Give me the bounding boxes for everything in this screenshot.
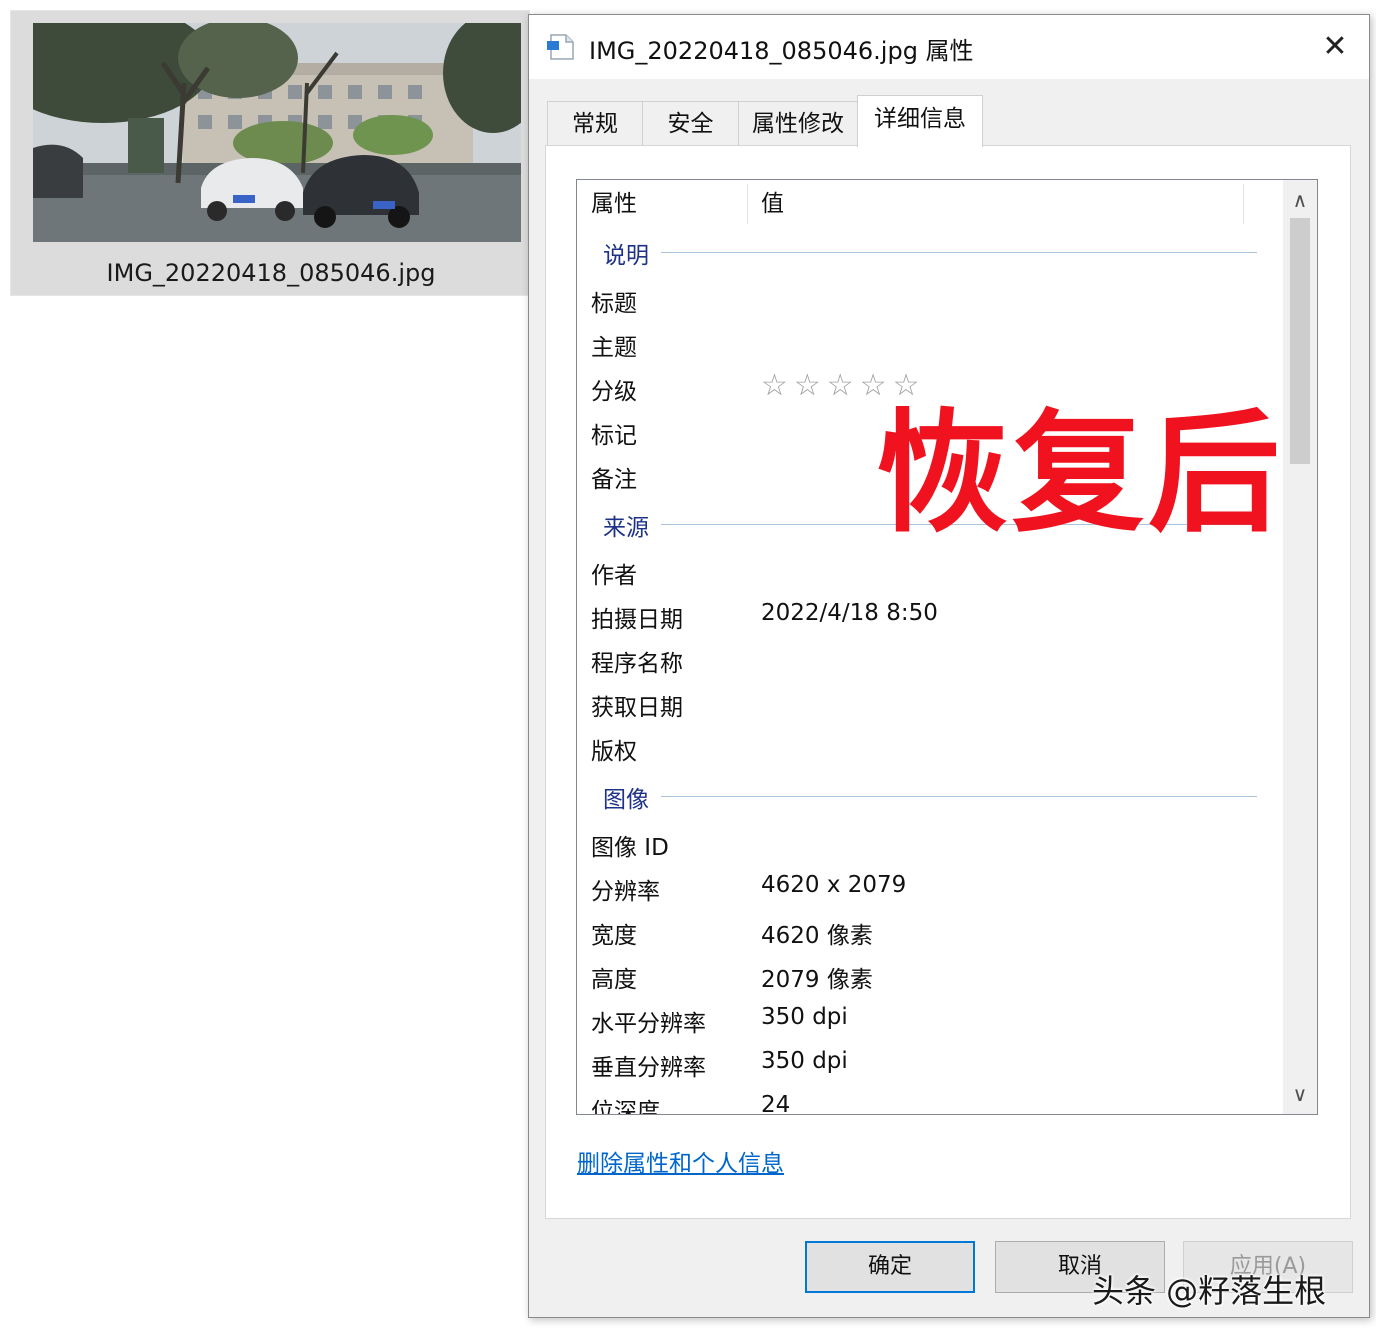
tab-security[interactable]: 安全 xyxy=(642,101,739,145)
property-name: 标题 xyxy=(591,291,637,317)
property-list[interactable]: 属性 值 说明 标题 主题 分级 ☆☆☆☆☆ 标记 备注 来源 作者 拍摄日期 … xyxy=(576,179,1318,1115)
watermark: 头条 @籽落生根 xyxy=(1092,1272,1327,1310)
property-name: 位深度 xyxy=(591,1099,660,1115)
property-name: 宽度 xyxy=(591,923,637,949)
list-item[interactable]: 分辨率 4620 x 2079 xyxy=(577,866,1283,910)
details-panel: 属性 值 说明 标题 主题 分级 ☆☆☆☆☆ 标记 备注 来源 作者 拍摄日期 … xyxy=(545,145,1351,1219)
property-name: 程序名称 xyxy=(591,651,683,677)
list-item[interactable]: 标题 xyxy=(577,278,1283,322)
property-name: 分级 xyxy=(591,379,637,405)
remove-properties-link[interactable]: 删除属性和个人信息 xyxy=(577,1144,784,1178)
vertical-scrollbar[interactable]: ∧ ∨ xyxy=(1283,180,1317,1114)
tab-general[interactable]: 常规 xyxy=(547,101,643,145)
group-description[interactable]: 说明 xyxy=(603,236,649,270)
property-name: 主题 xyxy=(591,335,637,361)
list-item[interactable]: 图像 ID xyxy=(577,822,1283,866)
list-item[interactable]: 拍摄日期 2022/4/18 8:50 xyxy=(577,594,1283,638)
column-header-value[interactable]: 值 xyxy=(761,180,784,228)
list-item[interactable]: 主题 xyxy=(577,322,1283,366)
scroll-thumb[interactable] xyxy=(1290,218,1310,464)
photo-thumbnail xyxy=(33,23,521,242)
tab-details[interactable]: 详细信息 xyxy=(857,95,983,147)
list-item[interactable]: 作者 xyxy=(577,550,1283,594)
list-item[interactable]: 高度 2079 像素 xyxy=(577,954,1283,998)
ok-button[interactable]: 确定 xyxy=(805,1241,975,1293)
scroll-up-icon[interactable]: ∧ xyxy=(1283,182,1317,218)
list-item[interactable]: 水平分辨率 350 dpi xyxy=(577,998,1283,1042)
property-value[interactable]: 350 dpi xyxy=(761,1048,848,1074)
property-name: 拍摄日期 xyxy=(591,607,683,633)
group-origin[interactable]: 来源 xyxy=(603,508,649,542)
tab-property-edit[interactable]: 属性修改 xyxy=(738,101,858,145)
list-item[interactable]: 程序名称 xyxy=(577,638,1283,682)
dialog-title: IMG_20220418_085046.jpg 属性 xyxy=(589,37,974,65)
property-value[interactable]: 350 dpi xyxy=(761,1004,848,1030)
property-value[interactable]: 2022/4/18 8:50 xyxy=(761,600,938,626)
list-header: 属性 值 xyxy=(577,180,1283,228)
list-item[interactable]: 宽度 4620 像素 xyxy=(577,910,1283,954)
group-image[interactable]: 图像 xyxy=(603,780,649,814)
file-name-label[interactable]: IMG_20220418_085046.jpg xyxy=(11,259,531,287)
close-icon[interactable]: ✕ xyxy=(1315,27,1355,67)
column-divider[interactable] xyxy=(747,184,748,224)
property-name: 作者 xyxy=(591,563,637,589)
column-header-property[interactable]: 属性 xyxy=(591,180,637,228)
property-name: 版权 xyxy=(591,739,637,765)
property-value[interactable]: 24 xyxy=(761,1092,790,1114)
property-name: 标记 xyxy=(591,423,637,449)
property-name: 垂直分辨率 xyxy=(591,1055,706,1081)
list-item[interactable]: 位深度 24 xyxy=(577,1086,1283,1115)
overlay-annotation: 恢复后 xyxy=(876,397,1284,551)
list-item[interactable]: 获取日期 xyxy=(577,682,1283,726)
property-name: 获取日期 xyxy=(591,695,683,721)
property-name: 备注 xyxy=(591,467,637,493)
list-item[interactable]: 垂直分辨率 350 dpi xyxy=(577,1042,1283,1086)
scroll-down-icon[interactable]: ∨ xyxy=(1283,1076,1317,1112)
file-icon xyxy=(547,33,577,61)
property-name: 高度 xyxy=(591,967,637,993)
group-divider xyxy=(661,252,1257,253)
column-divider[interactable] xyxy=(1243,184,1244,224)
group-divider xyxy=(661,796,1257,797)
list-item[interactable]: 版权 xyxy=(577,726,1283,770)
property-name: 图像 ID xyxy=(591,835,669,861)
property-value[interactable]: 4620 像素 xyxy=(761,916,873,950)
title-bar[interactable]: IMG_20220418_085046.jpg 属性 ✕ xyxy=(529,15,1369,79)
property-value[interactable]: 4620 x 2079 xyxy=(761,872,906,898)
property-value[interactable]: 2079 像素 xyxy=(761,960,873,994)
property-name: 水平分辨率 xyxy=(591,1011,706,1037)
properties-dialog: IMG_20220418_085046.jpg 属性 ✕ 常规 安全 属性修改 … xyxy=(528,14,1370,1318)
property-name: 分辨率 xyxy=(591,879,660,905)
file-tile[interactable]: IMG_20220418_085046.jpg xyxy=(10,10,530,296)
